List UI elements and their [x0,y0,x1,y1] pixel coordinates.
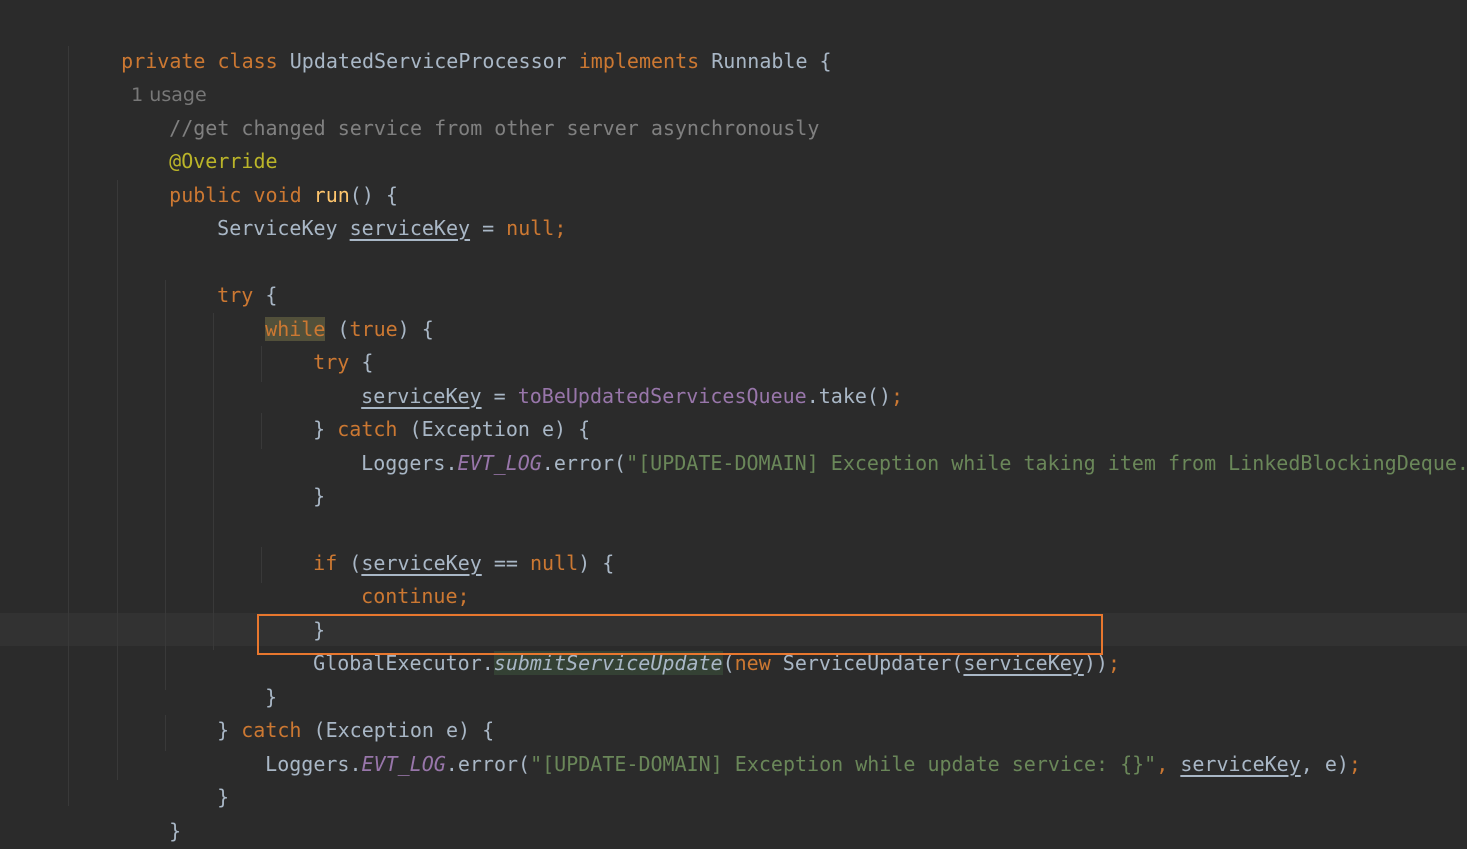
method-call[interactable]: .take() [807,384,891,408]
operator: == [481,550,530,575]
semicolon: ; [1348,751,1361,776]
code-line-outer-catch[interactable]: } catch (Exception e) { [169,680,494,742]
keyword: private class [121,48,290,73]
class-name[interactable]: UpdatedServiceProcessor [290,49,579,73]
code-line-1[interactable]: private class UpdatedServiceProcessor im… [73,11,831,107]
code-line-if[interactable]: if (serviceKey == null) { [265,513,614,575]
keyword: null [529,550,579,575]
punct: } [313,483,326,508]
code-line-brace[interactable]: } [265,446,325,508]
static-field[interactable]: EVT_LOG [458,451,542,475]
punct: } [169,818,182,843]
indent-guide [213,313,214,650]
punct: ) { [578,550,615,575]
static-field[interactable]: EVT_LOG [362,752,446,776]
code-line-brace[interactable]: } [121,781,181,843]
keyword: implements [578,48,712,73]
code-line-var-decl[interactable]: ServiceKey serviceKey = null; [169,178,566,240]
keyword: null; [506,215,567,240]
indent-guide [261,547,262,583]
method-call[interactable]: .error( [446,752,530,776]
semicolon: ; [891,383,904,408]
code-line-brace[interactable]: } [169,747,229,809]
method-call[interactable]: .error( [542,451,626,475]
variable[interactable]: serviceKey [350,216,470,240]
indent-guide [117,180,118,780]
string-literal: "[UPDATE-DOMAIN] Exception while update … [530,751,1157,776]
code-line-brace[interactable]: } [73,814,133,848]
code-editor[interactable]: private class UpdatedServiceProcessor im… [0,0,1467,849]
keyword: continue; [361,583,470,608]
code-line-log-error-1[interactable]: Loggers.EVT_LOG.error("[UPDATE-DOMAIN] E… [313,413,1467,475]
code-line-try[interactable]: try { [169,245,277,307]
code-line-annotation[interactable]: @Override [121,111,277,173]
code-line-brace[interactable]: } [265,580,325,642]
class-ref[interactable]: Loggers. [265,752,361,776]
comma: , [1156,751,1181,776]
indent-guide [261,346,262,382]
annotation-highlight-box [257,614,1103,655]
code-line-comment[interactable]: //get changed service from other server … [121,78,819,140]
indent-guide [165,715,166,751]
code-line-brace[interactable]: } [217,647,277,709]
punct: , e) [1300,751,1349,776]
punct: } [217,784,230,809]
indent-guide [165,280,166,690]
code-line-take[interactable]: serviceKey = toBeUpdatedServicesQueue.ta… [313,346,903,408]
class-ref[interactable]: Loggers. [361,451,457,475]
code-line-while[interactable]: while (true) { [217,279,434,341]
variable[interactable]: serviceKey [1180,752,1300,776]
indent-guide [261,413,262,449]
operator: = [470,215,507,240]
punct: ) { [397,316,434,341]
code-line-continue[interactable]: continue; [313,546,469,608]
code-line-inner-try[interactable]: try { [265,312,373,374]
code-line-run-decl[interactable]: public void run() { [121,145,398,207]
indent-guide [68,46,69,806]
string-literal: "[UPDATE-DOMAIN] Exception while taking … [626,450,1467,475]
semicolon: ; [1107,650,1120,675]
code-line-log-error-2[interactable]: Loggers.EVT_LOG.error("[UPDATE-DOMAIN] E… [217,714,1361,776]
interface-name[interactable]: Runnable { [711,49,831,73]
code-line-inner-catch[interactable]: } catch (Exception e) { [265,379,590,441]
type-name[interactable]: ServiceKey [217,216,349,240]
